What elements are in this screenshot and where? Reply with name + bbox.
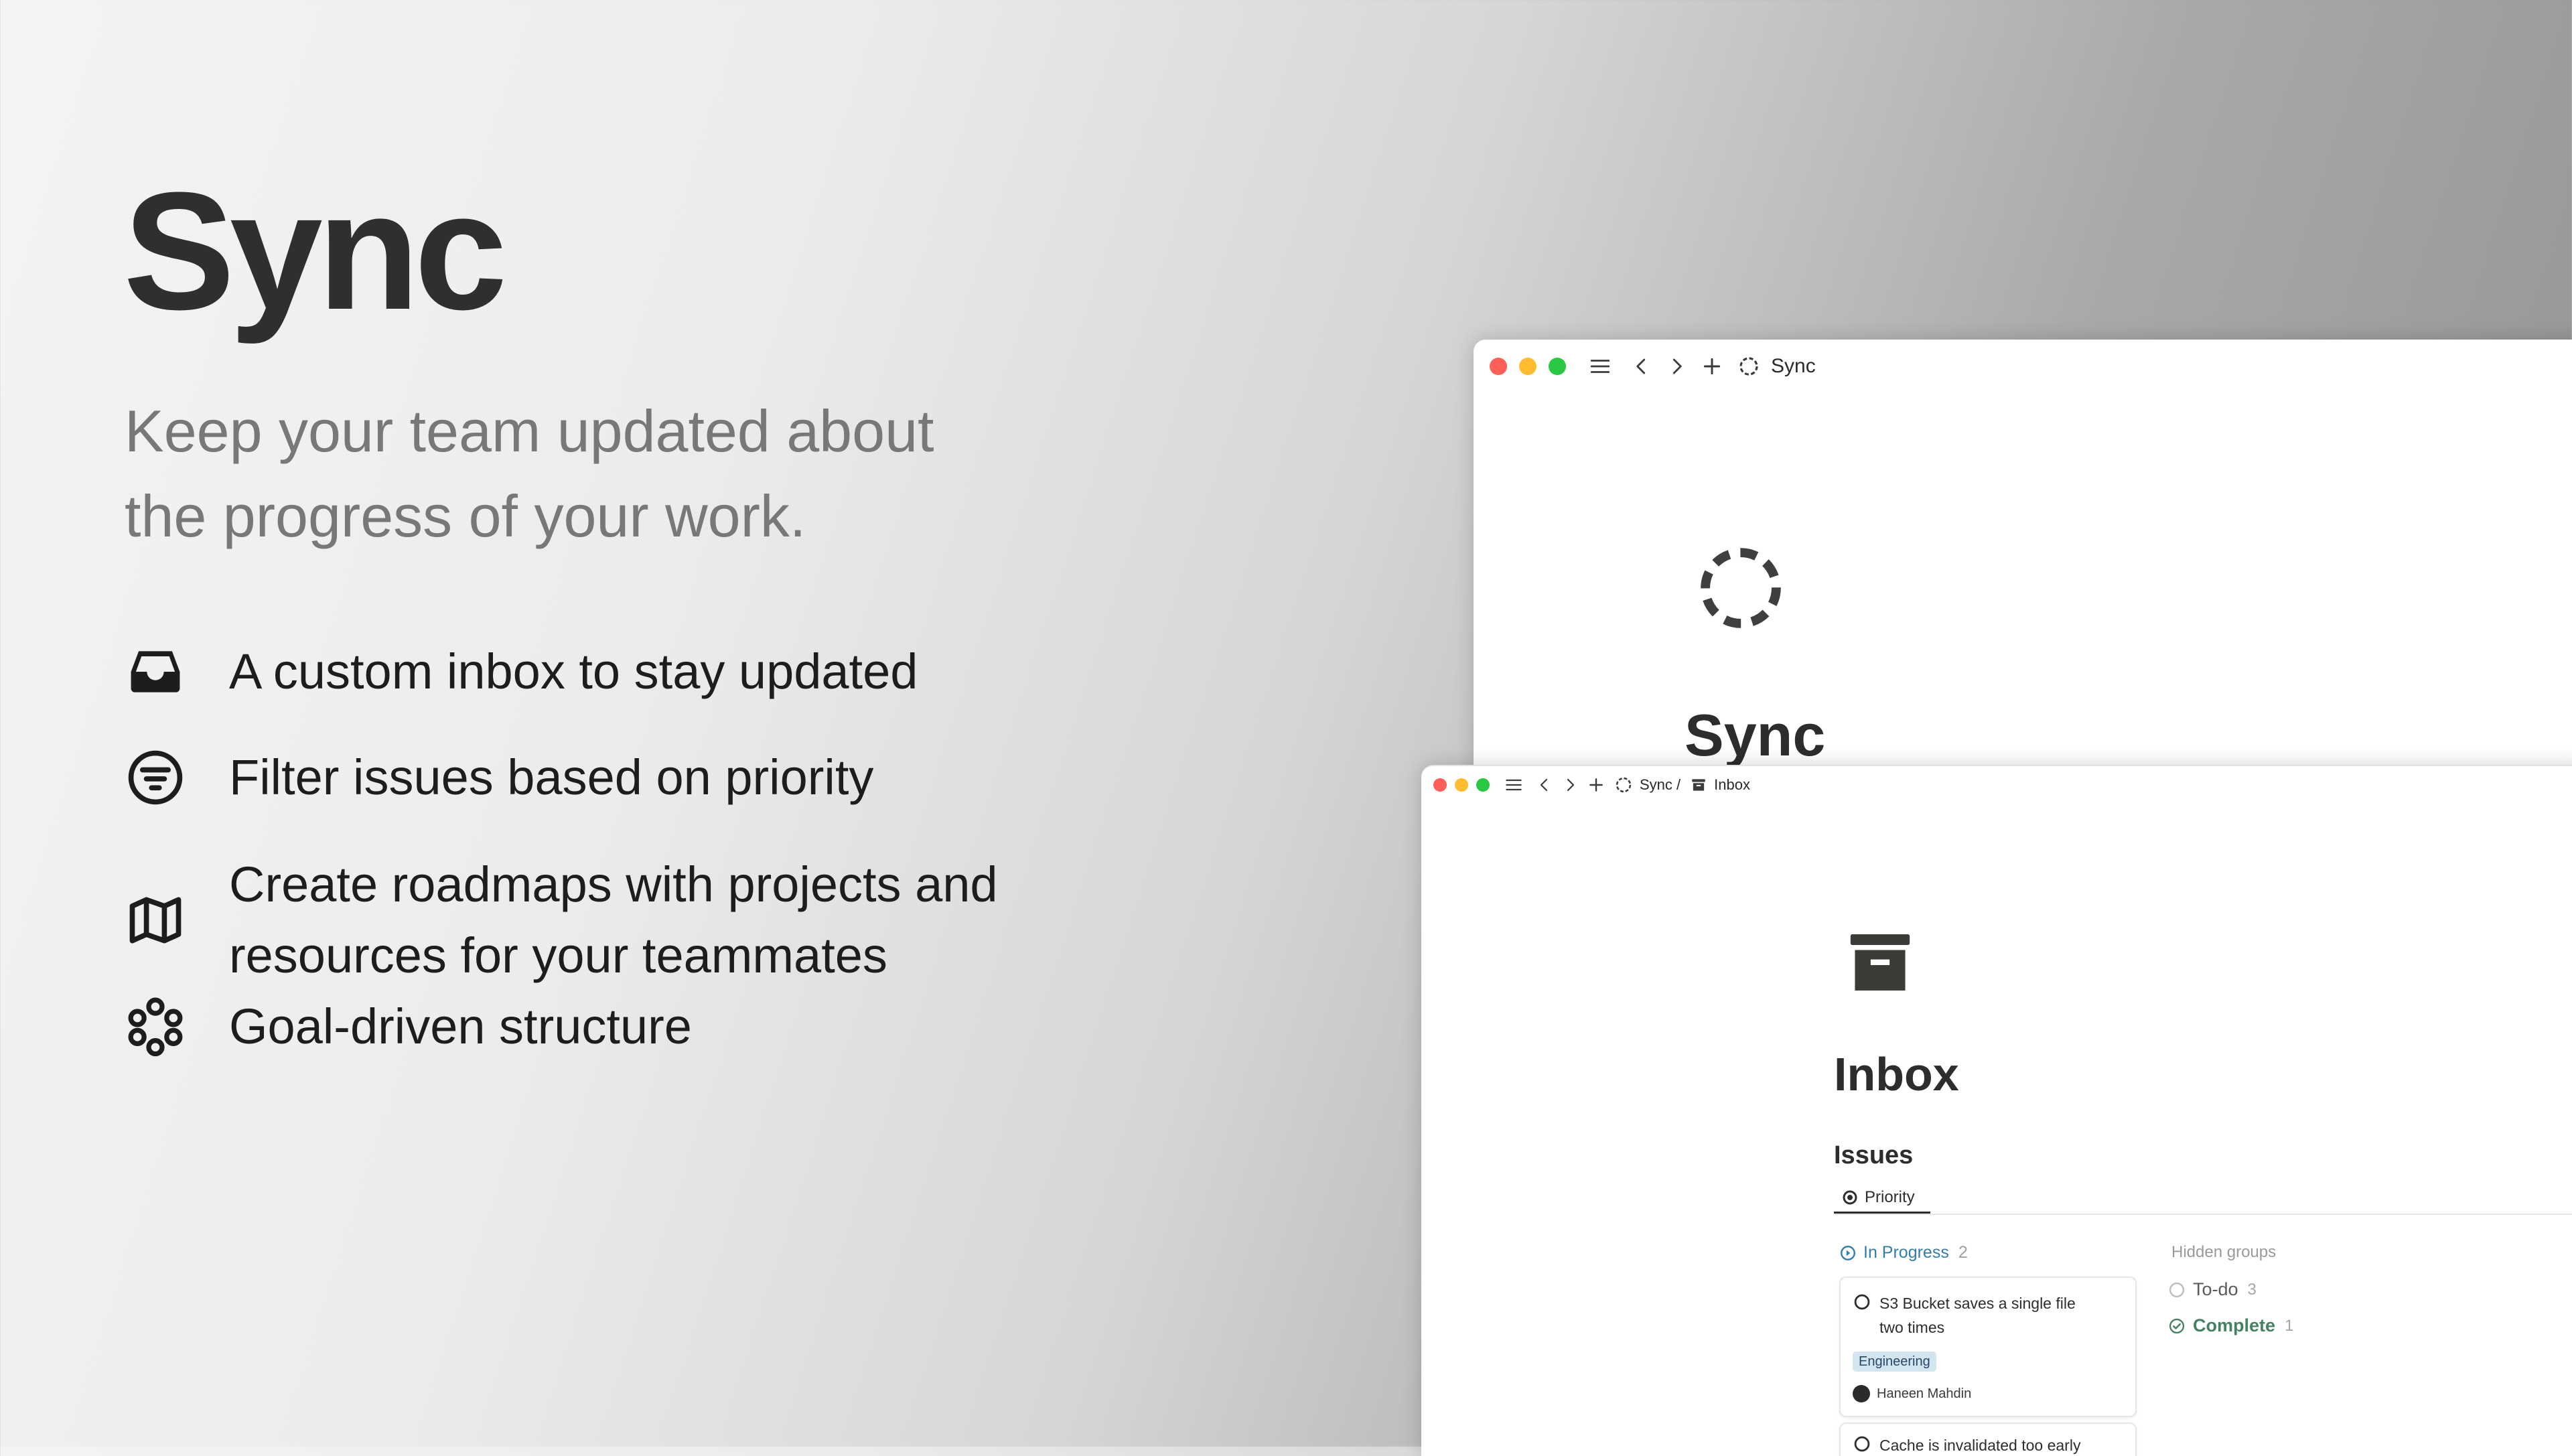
group-label: In Progress xyxy=(1863,1243,1949,1262)
chevron-right-icon[interactable] xyxy=(1666,355,1687,378)
feature-text-line-1: Create roadmaps with projects and xyxy=(229,857,998,912)
hidden-group-label: To-do xyxy=(2193,1279,2238,1299)
feature-item-filter: Filter issues based on priority xyxy=(125,742,873,813)
issue-card[interactable]: Cache is invalidated too early xyxy=(1839,1423,2137,1456)
feature-item-roadmaps: Create roadmaps with projects and resourc… xyxy=(125,849,998,991)
plus-icon[interactable] xyxy=(1587,776,1605,794)
todo-status-icon[interactable] xyxy=(1853,1293,1871,1311)
breadcrumb-item[interactable]: Sync xyxy=(1771,355,1816,378)
plus-icon[interactable] xyxy=(1701,356,1723,377)
feature-item-goals: Goal-driven structure xyxy=(125,991,692,1062)
hidden-group-count: 1 xyxy=(2285,1316,2294,1335)
page-title: Inbox xyxy=(1834,1048,1959,1100)
hidden-group-label: Complete xyxy=(2193,1315,2276,1335)
hero-subtitle-line-2: the progress of your work. xyxy=(125,483,806,549)
hero-subtitle-line-1: Keep your team updated about xyxy=(125,398,934,464)
inbox-page-icon xyxy=(1850,934,1910,991)
hidden-group-complete[interactable]: Complete 1 xyxy=(2167,1315,2293,1336)
page-title: Sync xyxy=(1685,702,1826,768)
hero-title: Sync xyxy=(123,157,508,344)
issue-title: Cache is invalidated too early xyxy=(1879,1437,2081,1454)
issue-title-line-1: S3 Bucket saves a single file xyxy=(1879,1295,2076,1312)
app-window-back: Sync Sync xyxy=(1474,340,2572,808)
feature-text: Create roadmaps with projects and resourc… xyxy=(229,849,998,991)
group-count: 2 xyxy=(1958,1243,1968,1262)
feature-item-inbox: A custom inbox to stay updated xyxy=(125,636,918,707)
app-window-front: Sync / Inbox Inbox Issues Priority In Pr… xyxy=(1421,765,2572,1456)
check-circle-icon xyxy=(2169,1318,2185,1333)
minimize-window-button[interactable] xyxy=(1519,358,1537,375)
minimize-window-button[interactable] xyxy=(1455,778,1468,792)
zoom-window-button[interactable] xyxy=(1476,778,1490,792)
sync-dashed-circle-icon xyxy=(1616,777,1632,793)
window-toolbar: Sync xyxy=(1474,340,2572,393)
inbox-tray-icon xyxy=(131,651,180,693)
issue-title: S3 Bucket saves a single file two times xyxy=(1879,1291,2076,1339)
group-header-in-progress[interactable]: In Progress 2 xyxy=(1839,1243,1968,1262)
todo-status-icon[interactable] xyxy=(1853,1435,1871,1453)
archive-box-icon xyxy=(1692,779,1705,791)
tab-priority[interactable]: Priority xyxy=(1834,1183,1930,1214)
sync-dashed-circle-icon xyxy=(1739,357,1758,376)
hero-subtitle: Keep your team updated about the progress… xyxy=(125,388,1062,559)
issue-card[interactable]: S3 Bucket saves a single file two times E… xyxy=(1839,1277,2137,1417)
tab-label: Priority xyxy=(1865,1187,1915,1206)
hidden-group-todo[interactable]: To-do 3 xyxy=(2167,1279,2257,1300)
in-progress-status-icon xyxy=(1841,1245,1855,1260)
issue-tag: Engineering xyxy=(1853,1352,1936,1372)
menu-icon[interactable] xyxy=(1589,355,1612,378)
close-window-button[interactable] xyxy=(1433,778,1447,792)
feature-text: Filter issues based on priority xyxy=(229,749,874,805)
chevron-left-icon[interactable] xyxy=(1537,776,1553,794)
feature-text: A custom inbox to stay updated xyxy=(229,644,918,699)
filter-circle-icon xyxy=(128,750,183,805)
map-icon xyxy=(129,897,182,944)
chevron-right-icon[interactable] xyxy=(1562,776,1578,794)
feature-text-line-2: resources for your teammates xyxy=(229,928,887,983)
feature-text: Goal-driven structure xyxy=(229,999,692,1054)
chevron-left-icon[interactable] xyxy=(1632,355,1652,378)
priority-icon xyxy=(1843,1190,1857,1204)
assignee-name: Haneen Mahdin xyxy=(1877,1386,1972,1401)
avatar xyxy=(1853,1385,1870,1402)
menu-icon[interactable] xyxy=(1504,776,1523,794)
issue-title-line-2: two times xyxy=(1879,1319,1945,1336)
hidden-groups-label: Hidden groups xyxy=(2171,1243,2277,1261)
hidden-group-count: 3 xyxy=(2247,1280,2257,1299)
todo-status-icon xyxy=(2169,1282,2185,1297)
section-title: Issues xyxy=(1834,1141,1914,1169)
issue-assignee: Haneen Mahdin xyxy=(1853,1385,1971,1402)
window-toolbar: Sync / Inbox xyxy=(1421,766,2572,804)
breadcrumb-current[interactable]: Inbox xyxy=(1714,776,1750,794)
page-dashed-circle-icon xyxy=(1701,548,1781,628)
zoom-window-button[interactable] xyxy=(1549,358,1566,375)
breadcrumb-parent[interactable]: Sync / xyxy=(1640,776,1681,794)
goal-circles-icon xyxy=(128,997,183,1057)
close-window-button[interactable] xyxy=(1490,358,1507,375)
tab-divider xyxy=(1834,1214,2572,1215)
